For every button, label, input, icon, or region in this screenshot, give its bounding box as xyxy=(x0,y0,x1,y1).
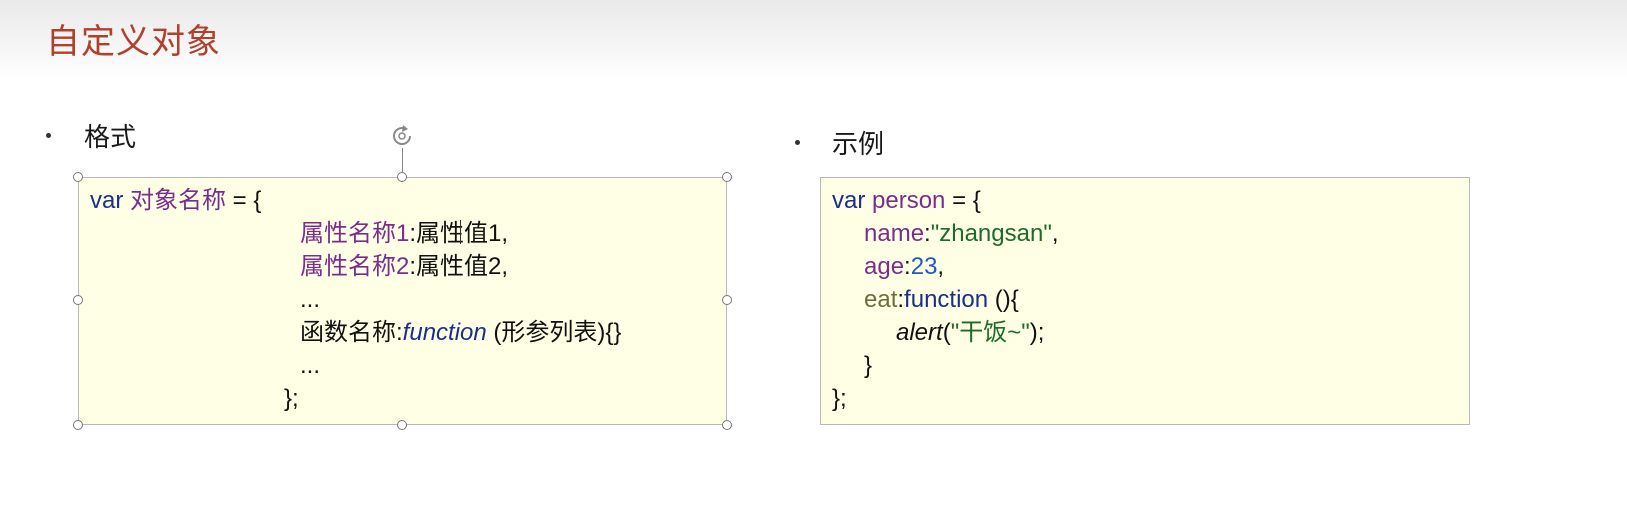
format-code-line-7: }; xyxy=(284,385,299,412)
example-code-line-1: var person = { xyxy=(832,187,981,214)
resize-handle-middle-right[interactable] xyxy=(722,295,732,305)
slide-title: 自定义对象 xyxy=(46,22,221,62)
resize-handle-top-right[interactable] xyxy=(722,172,732,182)
example-code-line-3: age:23, xyxy=(864,253,945,280)
example-heading: 示例 xyxy=(832,130,885,160)
example-code-line-5: alert("干饭~"); xyxy=(896,319,1045,346)
rotate-handle-icon[interactable] xyxy=(388,121,418,151)
format-code-line-6: ... xyxy=(300,352,321,379)
format-code-line-2: 属性名称1:属性值1, xyxy=(300,220,509,247)
resize-handle-bottom-left[interactable] xyxy=(73,420,83,430)
format-heading: 格式 xyxy=(84,123,137,153)
bullet-dot xyxy=(46,133,51,138)
format-code-line-3: 属性名称2:属性值2, xyxy=(300,253,509,280)
example-code-line-6: } xyxy=(864,352,873,379)
format-code-line-5: 函数名称:function (形参列表){} xyxy=(300,319,622,346)
format-code-line-1: var 对象名称 = { xyxy=(90,187,262,214)
header-band xyxy=(0,0,1627,80)
resize-handle-top-left[interactable] xyxy=(73,172,83,182)
resize-handle-bottom-center[interactable] xyxy=(397,420,407,430)
example-code-line-7: }; xyxy=(832,385,847,412)
bullet-dot xyxy=(795,140,800,145)
resize-handle-bottom-right[interactable] xyxy=(722,420,732,430)
example-code-line-2: name:"zhangsan", xyxy=(864,220,1059,247)
example-code-line-4: eat:function (){ xyxy=(864,286,1019,313)
resize-handle-top-center[interactable] xyxy=(397,172,407,182)
resize-handle-middle-left[interactable] xyxy=(73,295,83,305)
text-cursor xyxy=(460,220,461,244)
format-code-line-4: ... xyxy=(300,286,321,313)
